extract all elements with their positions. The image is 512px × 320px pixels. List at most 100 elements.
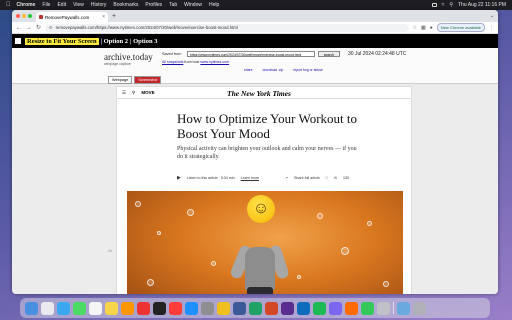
archive-links: share download .zip report bug or abuse <box>244 68 323 72</box>
learn-more-link[interactable]: Learn more <box>241 176 259 180</box>
menu-history[interactable]: History <box>91 2 107 8</box>
new-tab-button[interactable]: + <box>112 13 116 20</box>
reload-icon[interactable]: ↻ <box>36 24 41 31</box>
share-full-label[interactable]: Share full article <box>294 176 320 180</box>
bubble-shape <box>367 221 372 226</box>
safari-icon[interactable] <box>57 301 70 315</box>
chrome-icon[interactable] <box>217 301 230 315</box>
host-link[interactable]: www.nytimes.com <box>200 60 229 64</box>
download-link[interactable]: download .zip <box>262 68 283 72</box>
messages-icon[interactable] <box>73 301 86 315</box>
profile-avatar[interactable]: ● <box>430 25 433 31</box>
menu-window[interactable]: Window <box>184 2 202 8</box>
bookmark-icon[interactable]: □ <box>326 176 328 180</box>
page-viewport: Resize to Fit Your Screen | Option 2 | O… <box>12 34 498 294</box>
spotify-icon[interactable] <box>313 301 326 315</box>
bubble-shape <box>135 201 141 207</box>
teams-icon[interactable] <box>281 301 294 315</box>
section-label[interactable]: MOVE <box>141 90 154 95</box>
tab-webpage[interactable]: Webpage <box>108 76 133 84</box>
archive-logo[interactable]: archive.today <box>104 52 153 62</box>
launchpad-icon[interactable] <box>41 301 54 315</box>
preview-icon[interactable] <box>377 301 390 315</box>
notes-icon[interactable] <box>105 301 118 315</box>
menu-edit[interactable]: Edit <box>57 2 66 8</box>
news-icon[interactable] <box>169 301 182 315</box>
share-link[interactable]: share <box>244 68 252 72</box>
browser-window: RemovePaywalls.com × + ⌄ ← → ↻ ⚙ removep… <box>12 10 498 294</box>
app-menu[interactable]: Chrome <box>17 2 36 8</box>
menu-bar:  Chrome File Edit View History Bookmark… <box>0 0 512 10</box>
powerpoint-icon[interactable] <box>265 301 278 315</box>
tab-active[interactable]: RemovePaywalls.com × <box>36 12 108 22</box>
discord-icon[interactable] <box>329 301 342 315</box>
clock[interactable]: Thu Aug 22 11:16 PM <box>458 2 506 8</box>
outlook-icon[interactable] <box>297 301 310 315</box>
app-store-icon[interactable] <box>185 301 198 315</box>
resize-fit-link[interactable]: Resize to Fit Your Screen <box>25 37 99 45</box>
reminders-icon[interactable] <box>121 301 134 315</box>
search-icon[interactable]: ⚲ <box>132 90 135 96</box>
listen-label[interactable]: Listen to this article · 5:34 min <box>187 176 235 180</box>
update-chrome-button[interactable]: New Chrome available <box>436 23 485 32</box>
tab-screenshot[interactable]: Screenshot <box>134 76 162 84</box>
saved-from-label: Saved from <box>162 52 182 56</box>
window-controls <box>16 14 32 18</box>
comment-icon[interactable]: ✉ <box>334 176 337 180</box>
battery-icon[interactable] <box>431 3 437 7</box>
finder-icon[interactable] <box>25 301 38 315</box>
archive-header: archive.today webpage capture Saved from… <box>12 48 498 84</box>
from-host-label: from host <box>184 60 200 64</box>
report-link[interactable]: report bug or abuse <box>293 68 323 72</box>
close-tab-icon[interactable]: × <box>102 14 105 20</box>
menu-file[interactable]: File <box>42 2 50 8</box>
facetime-icon[interactable] <box>361 301 374 315</box>
share-icon[interactable]: ↗ <box>285 176 288 180</box>
article-dek: Physical activity can brighten your outl… <box>177 146 357 160</box>
menu-bookmarks[interactable]: Bookmarks <box>113 2 138 8</box>
close-window-button[interactable] <box>16 14 20 18</box>
fit-checkbox[interactable] <box>15 38 21 44</box>
play-icon[interactable]: ▶ <box>177 175 181 181</box>
saved-url-field[interactable]: https://www.nytimes.com/2024/07/30/well/… <box>187 51 315 57</box>
more-menu-icon[interactable]: ⋮ <box>489 25 494 31</box>
menu-tab[interactable]: Tab <box>169 2 177 8</box>
extensions-icon[interactable]: ▦ <box>421 25 426 31</box>
menu-view[interactable]: View <box>73 2 84 8</box>
trash-icon[interactable] <box>413 301 426 315</box>
firefox-icon[interactable] <box>345 301 358 315</box>
bookmark-star-icon[interactable]: ☆ <box>413 25 417 31</box>
bubble-shape <box>383 281 389 287</box>
tv-icon[interactable] <box>153 301 166 315</box>
wifi-icon[interactable]: ≈ <box>442 2 445 8</box>
address-bar[interactable]: ⚙ removepaywalls.com/https://www.nytimes… <box>45 23 409 32</box>
back-icon[interactable]: ← <box>16 25 22 31</box>
menu-profiles[interactable]: Profiles <box>145 2 162 8</box>
minimize-window-button[interactable] <box>22 14 26 18</box>
music-icon[interactable] <box>137 301 150 315</box>
forward-icon[interactable]: → <box>26 25 32 31</box>
tab-strip: RemovePaywalls.com × + ⌄ <box>12 10 498 22</box>
tab-search-icon[interactable]: ⌄ <box>490 13 494 19</box>
downloads-icon[interactable] <box>397 301 410 315</box>
site-info-icon[interactable]: ⚙ <box>49 25 53 30</box>
comment-count[interactable]: 130 <box>343 176 349 180</box>
search-icon[interactable]: ⚲ <box>449 2 453 8</box>
option2-link[interactable]: | Option 2 <box>101 38 128 45</box>
apple-icon[interactable]:  <box>6 2 11 8</box>
menu-help[interactable]: Help <box>209 2 219 8</box>
word-icon[interactable] <box>233 301 246 315</box>
nyt-masthead[interactable]: The New York Times <box>227 89 291 98</box>
settings-icon[interactable] <box>201 301 214 315</box>
option3-link[interactable]: | Option 3 <box>130 38 157 45</box>
page-number: 26 <box>108 249 112 253</box>
calendar-icon[interactable] <box>89 301 102 315</box>
all-snapshots-link[interactable]: All snapshots <box>162 60 183 64</box>
favicon-icon <box>39 15 43 19</box>
bubble-shape <box>187 209 194 216</box>
search-button[interactable]: search <box>318 51 340 57</box>
hero-image: ☺ <box>127 191 403 294</box>
menu-icon[interactable]: ☰ <box>122 90 126 96</box>
excel-icon[interactable] <box>249 301 262 315</box>
zoom-window-button[interactable] <box>28 14 32 18</box>
